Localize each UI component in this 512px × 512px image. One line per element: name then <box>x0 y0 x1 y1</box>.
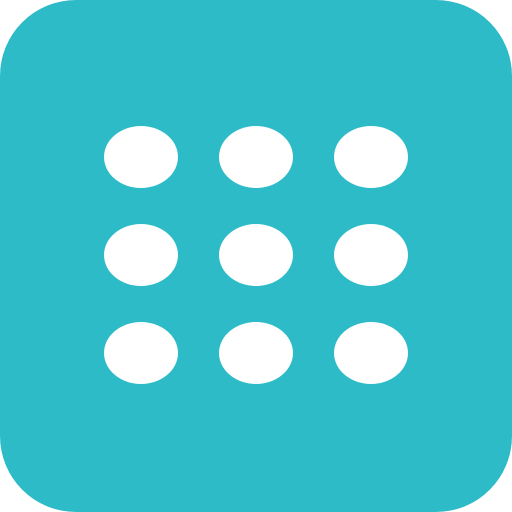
grid-dot <box>334 322 408 384</box>
grid-dot <box>104 224 178 286</box>
grid-dot <box>219 126 293 188</box>
app-icon[interactable] <box>0 0 512 512</box>
dot-grid <box>104 126 408 384</box>
grid-dot <box>104 126 178 188</box>
grid-dot <box>334 224 408 286</box>
grid-dot <box>334 126 408 188</box>
grid-dot <box>219 322 293 384</box>
grid-dot <box>219 224 293 286</box>
grid-dot <box>104 322 178 384</box>
grid-dots-icon <box>104 126 408 384</box>
